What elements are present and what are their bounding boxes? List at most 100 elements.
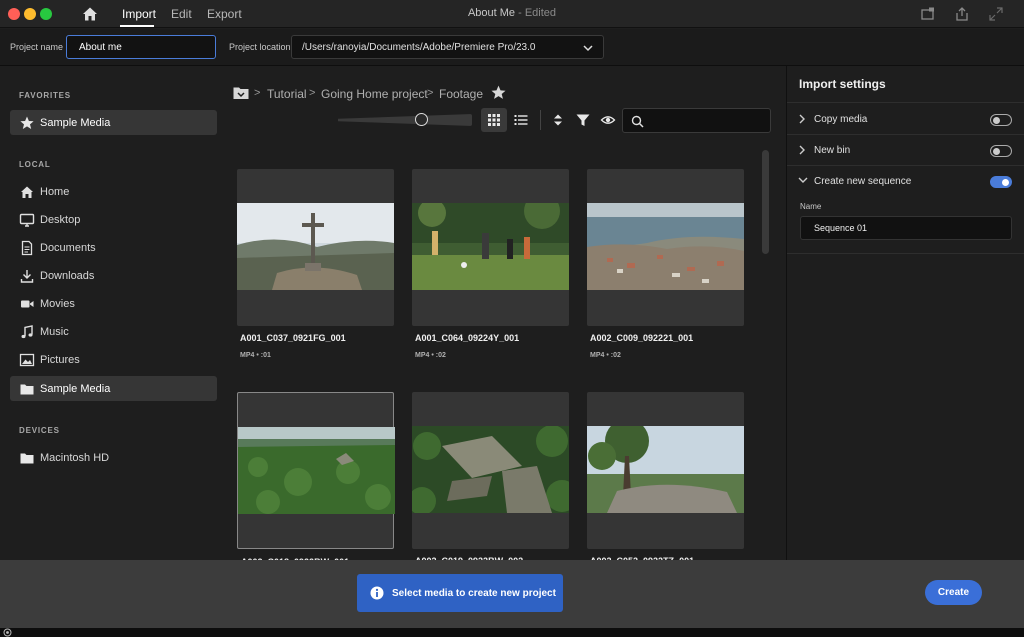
media-thumbnail-lake-town [587,203,744,290]
media-thumbnail-temple-ruins [412,426,569,513]
status-indicator-icon[interactable] [3,628,12,637]
share-icon[interactable] [953,5,971,23]
tab-export[interactable]: Export [207,7,242,21]
sidebar: FAVORITES Sample Media LOCAL Home Deskto… [0,66,226,560]
chevron-right-icon[interactable] [798,114,806,124]
sidebar-item-desktop[interactable]: Desktop [10,207,217,232]
chevron-right-icon[interactable] [798,145,806,155]
import-settings-panel: Import settings Copy media New bin Creat… [786,66,1024,560]
desktop-icon [19,213,35,227]
sort-icon [554,114,562,126]
sort-button[interactable] [545,108,571,132]
media-card[interactable]: A001_C064_09224Y_001 MP4 • :02 [412,169,569,359]
filter-button[interactable] [570,108,596,132]
document-icon [21,240,33,256]
sidebar-item-label: Music [40,326,69,338]
title-bar: Import Edit Export About Me - Edited [0,0,1024,28]
sidebar-item-documents[interactable]: Documents [10,235,217,260]
divider [787,253,1024,254]
minimize-window-button[interactable] [24,8,36,20]
picture-icon [19,353,35,367]
folder-icon [20,384,34,395]
active-tab-indicator [120,25,154,27]
copy-media-label: Copy media [814,114,868,125]
grid-view-button[interactable] [481,108,507,132]
new-bin-row[interactable]: New bin [787,135,1024,165]
toggle-knob [1002,178,1009,186]
close-window-button[interactable] [8,8,20,20]
window-title-text: About Me [467,7,516,19]
star-icon[interactable] [490,84,507,101]
create-sequence-row[interactable]: Create new sequence [787,166,1024,196]
copy-media-row[interactable]: Copy media [787,104,1024,134]
scrollbar[interactable] [762,150,769,254]
zoom-window-button[interactable] [40,8,52,20]
toggle-knob [993,116,1000,124]
media-card[interactable]: A002_C052_0922TZ_001 [587,392,744,566]
slider-handle[interactable] [415,113,428,126]
media-meta: MP4 • :02 [415,352,446,359]
sidebar-item-sample-media[interactable]: Sample Media [10,376,217,401]
folder-browse-icon[interactable] [232,84,250,102]
import-settings-title: Import settings [799,77,886,91]
media-meta: MP4 • :02 [590,352,621,359]
sidebar-item-macintosh-hd[interactable]: Macintosh HD [10,445,217,470]
sidebar-item-label: Sample Media [40,383,111,395]
media-card[interactable]: A001_C037_0921FG_001 MP4 • :01 [237,169,394,359]
media-thumbnail-jungle-aerial [238,427,395,514]
filter-icon [576,114,590,126]
sidebar-item-pictures[interactable]: Pictures [10,347,217,372]
sidebar-item-sample-media-favorite[interactable]: Sample Media [10,110,217,135]
tab-import[interactable]: Import [122,7,156,21]
home-icon[interactable] [80,4,100,24]
new-bin-toggle[interactable] [990,145,1012,157]
sidebar-item-movies[interactable]: Movies [10,291,217,316]
search-input[interactable] [622,108,771,133]
sidebar-item-home[interactable]: Home [10,179,217,204]
quick-export-icon[interactable] [919,5,937,23]
sidebar-item-label: Macintosh HD [40,452,110,464]
sidebar-item-label: Movies [40,298,75,310]
favorites-heading: FAVORITES [19,91,71,100]
fullscreen-icon[interactable] [987,5,1005,23]
sidebar-item-music[interactable]: Music [10,319,217,344]
divider [787,102,1024,103]
tab-edit[interactable]: Edit [171,7,192,21]
create-sequence-label: Create new sequence [814,176,912,187]
star-icon [20,116,34,129]
project-name-input[interactable] [66,35,216,59]
folder-icon [20,453,34,464]
chevron-down-icon [583,45,593,52]
media-thumbnail-tree-rock [587,426,744,513]
media-thumbnail-cross-hill [237,203,394,290]
media-title: A001_C037_0921FG_001 [240,333,346,343]
list-view-button[interactable] [508,108,534,132]
chevron-down-icon[interactable] [798,176,808,184]
view-options-button[interactable] [595,108,621,132]
select-media-hint: Select media to create new project [357,574,563,612]
project-location-value: /Users/ranoyia/Documents/Adobe/Premiere … [302,42,536,53]
media-card[interactable]: A002_C018_0922BW_001 [237,392,395,567]
search-icon [631,115,644,128]
project-location-label: Project location [229,42,291,52]
breadcrumb-item[interactable]: Going Home project [321,87,428,101]
project-bar: Project name Project location /Users/ran… [0,29,1024,66]
chevron-right-icon: > [309,87,316,99]
sidebar-item-label: Documents [40,242,96,254]
media-card[interactable]: A002_C019_0922BW_002 [412,392,569,566]
music-note-icon [21,325,33,339]
create-button[interactable]: Create [925,580,982,605]
copy-media-toggle[interactable] [990,114,1012,126]
sidebar-item-label: Sample Media [40,117,111,129]
media-title: A001_C064_09224Y_001 [415,333,520,343]
create-sequence-toggle[interactable] [990,176,1012,188]
sidebar-item-downloads[interactable]: Downloads [10,263,217,288]
breadcrumb-item[interactable]: Tutorial [267,87,307,101]
sidebar-item-label: Home [40,186,70,198]
media-card[interactable]: A002_C009_092221_001 MP4 • :02 [587,169,744,359]
project-location-select[interactable]: /Users/ranoyia/Documents/Adobe/Premiere … [291,35,604,59]
breadcrumb-item[interactable]: Footage [439,87,483,101]
media-title: A002_C009_092221_001 [590,333,694,343]
sidebar-item-label: Downloads [40,270,95,282]
sequence-name-input[interactable] [800,216,1012,240]
